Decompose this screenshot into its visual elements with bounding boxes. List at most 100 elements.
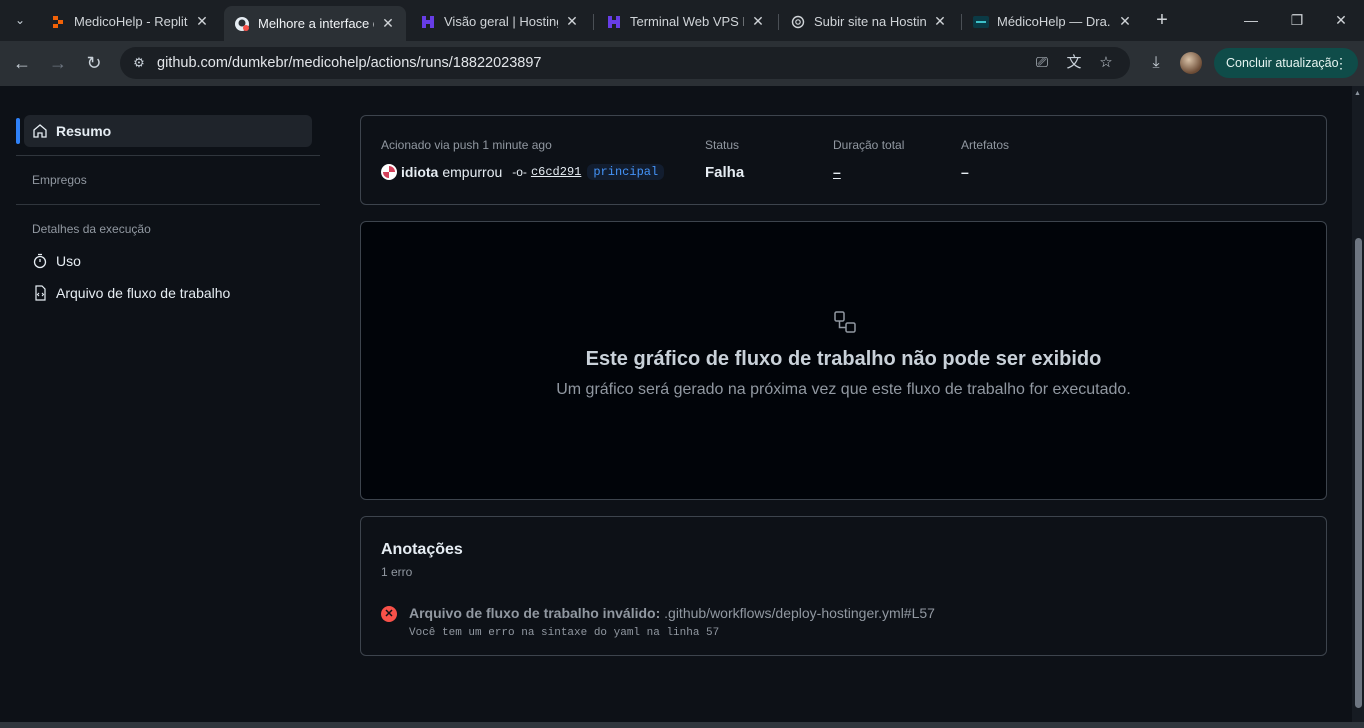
bottom-strip bbox=[0, 722, 1364, 728]
error-title-text: Arquivo de fluxo de trabalho inválido: bbox=[409, 605, 661, 621]
tab-separator bbox=[778, 14, 779, 30]
trigger-label: Acionado via push 1 minute ago bbox=[381, 138, 552, 152]
sidebar-item-summary-wrap: Resumo bbox=[16, 115, 321, 147]
close-icon: ✕ bbox=[1335, 12, 1347, 28]
run-summary-card: Acionado via push 1 minute ago idiota em… bbox=[360, 115, 1327, 205]
git-commit-icon: -o- bbox=[512, 165, 527, 179]
sidebar-item-summary[interactable]: Resumo bbox=[24, 115, 312, 147]
address-bar[interactable]: ⚙ github.com/dumkebr/medicohelp/actions/… bbox=[120, 47, 1130, 79]
bookmark-star-icon[interactable]: ☆ bbox=[1096, 53, 1116, 73]
file-code-icon bbox=[32, 285, 48, 301]
minimize-button[interactable]: — bbox=[1228, 8, 1274, 32]
chevron-down-icon: ⌄ bbox=[14, 13, 26, 27]
plus-icon: + bbox=[1156, 9, 1168, 31]
selected-indicator bbox=[16, 118, 20, 144]
update-button[interactable]: Concluir atualização ⋮ bbox=[1214, 48, 1358, 78]
kebab-menu-icon[interactable]: ⋮ bbox=[1334, 48, 1348, 78]
scroll-up-icon[interactable]: ▲ bbox=[1354, 90, 1361, 97]
back-button[interactable]: ← bbox=[10, 51, 34, 75]
arrow-left-icon: ← bbox=[13, 53, 31, 73]
annotations-count: 1 erro bbox=[381, 565, 413, 579]
update-button-label: Concluir atualização bbox=[1226, 56, 1339, 70]
arrow-right-icon: → bbox=[49, 53, 67, 73]
duration-column: Duração total – bbox=[833, 138, 904, 180]
x-circle-icon: ✕ bbox=[381, 606, 397, 622]
branch-badge[interactable]: principal bbox=[587, 164, 665, 180]
chatgpt-icon bbox=[790, 14, 806, 30]
avatar[interactable] bbox=[381, 164, 397, 180]
browser-tab-hostinger-overview[interactable]: Visão geral | Hosting ✕ bbox=[410, 6, 590, 37]
graph-empty-subtitle: Um gráfico será gerado na próxima vez qu… bbox=[556, 381, 1131, 398]
sidebar: Resumo Empregos Detalhes da execução Uso… bbox=[16, 115, 321, 309]
tab-search-button[interactable]: ⌄ bbox=[8, 7, 32, 33]
page-scrollbar[interactable]: ▲ bbox=[1352, 86, 1364, 722]
close-icon[interactable]: ✕ bbox=[750, 13, 766, 30]
tab-label: Melhore a interface d bbox=[258, 16, 374, 31]
browser-tab-chatgpt[interactable]: Subir site na Hosting ✕ bbox=[780, 6, 958, 37]
sidebar-item-label: Uso bbox=[56, 253, 81, 269]
annotation-error-message: Você tem um erro na sintaxe do yaml na l… bbox=[409, 627, 720, 639]
browser-tab-hostinger-terminal[interactable]: Terminal Web VPS Ho ✕ bbox=[596, 6, 776, 37]
sidebar-item-label: Arquivo de fluxo de trabalho bbox=[56, 285, 231, 301]
github-icon bbox=[234, 16, 250, 32]
error-file-link[interactable]: .github/workflows/deploy-hostinger.yml#L… bbox=[664, 605, 935, 621]
translate-icon[interactable]: 文 bbox=[1064, 53, 1084, 73]
reload-icon: ↻ bbox=[86, 53, 102, 73]
close-icon[interactable]: ✕ bbox=[194, 13, 210, 30]
tab-separator bbox=[593, 14, 594, 30]
tab-label: Terminal Web VPS Ho bbox=[630, 14, 744, 29]
sidebar-heading-jobs: Empregos bbox=[32, 173, 87, 187]
minimize-icon: — bbox=[1244, 12, 1258, 28]
close-icon[interactable]: ✕ bbox=[932, 13, 948, 30]
close-window-button[interactable]: ✕ bbox=[1318, 8, 1364, 32]
site-settings-icon[interactable]: ⚙ bbox=[130, 54, 148, 72]
page-content: Resumo Empregos Detalhes da execução Uso… bbox=[0, 86, 1352, 728]
duration-value[interactable]: – bbox=[833, 164, 904, 180]
tab-label: MedicoHelp - Replit bbox=[74, 14, 188, 29]
artifacts-label: Artefatos bbox=[961, 138, 1010, 152]
tab-label: Subir site na Hosting bbox=[814, 14, 926, 29]
commit-sha-link[interactable]: c6cd291 bbox=[531, 165, 581, 179]
trigger-column: Acionado via push 1 minute ago idiota em… bbox=[381, 138, 665, 180]
annotations-title: Anotações bbox=[381, 541, 463, 558]
status-value: Falha bbox=[705, 164, 745, 181]
actor-name[interactable]: idiota bbox=[401, 164, 438, 180]
close-icon[interactable]: ✕ bbox=[1117, 13, 1133, 30]
hostinger-icon bbox=[420, 14, 436, 30]
install-app-icon[interactable]: ⎚ bbox=[1032, 53, 1052, 73]
avatar[interactable] bbox=[1180, 52, 1202, 74]
sidebar-item-workflow-file[interactable]: Arquivo de fluxo de trabalho bbox=[16, 277, 321, 309]
status-column: Status Falha bbox=[705, 138, 744, 181]
sidebar-item-usage[interactable]: Uso bbox=[16, 245, 321, 277]
scrollbar-thumb[interactable] bbox=[1355, 238, 1362, 708]
tab-label: MédicoHelp — Dra. C bbox=[997, 14, 1111, 29]
browser-tab-github[interactable]: Melhore a interface d ✕ bbox=[224, 6, 406, 41]
reload-button[interactable]: ↻ bbox=[82, 51, 106, 75]
duration-label: Duração total bbox=[833, 138, 905, 152]
browser-tab-replit[interactable]: MedicoHelp - Replit ✕ bbox=[40, 6, 220, 37]
url-text[interactable]: github.com/dumkebr/medicohelp/actions/ru… bbox=[157, 55, 542, 71]
medicohelp-icon bbox=[973, 14, 989, 30]
browser-tab-bar: ⌄ MedicoHelp - Replit ✕ Melhore a interf… bbox=[0, 0, 1364, 41]
forward-button[interactable]: → bbox=[46, 51, 70, 75]
sidebar-item-label: Resumo bbox=[56, 123, 112, 139]
status-label: Status bbox=[705, 138, 740, 152]
hostinger-icon bbox=[606, 14, 622, 30]
trigger-details: idiota empurrou -o- c6cd291 principal bbox=[381, 164, 665, 180]
close-icon[interactable]: ✕ bbox=[564, 13, 580, 30]
replit-icon bbox=[50, 14, 66, 30]
graph-empty-title: Este gráfico de fluxo de trabalho não po… bbox=[585, 348, 1102, 370]
annotations-card: Anotações 1 erro ✕ Arquivo de fluxo de t… bbox=[360, 516, 1327, 656]
download-icon[interactable]: ⤓ bbox=[1144, 51, 1168, 75]
pushed-text: empurrou bbox=[442, 164, 503, 180]
workflow-graph-card: Este gráfico de fluxo de trabalho não po… bbox=[360, 221, 1327, 500]
restore-icon: ❐ bbox=[1290, 12, 1304, 28]
tab-label: Visão geral | Hosting bbox=[444, 14, 558, 29]
new-tab-button[interactable]: + bbox=[1150, 8, 1174, 32]
restore-button[interactable]: ❐ bbox=[1274, 8, 1320, 32]
annotation-error-title: Arquivo de fluxo de trabalho inválido: .… bbox=[409, 605, 935, 621]
tab-separator bbox=[961, 14, 962, 30]
close-icon[interactable]: ✕ bbox=[380, 15, 396, 32]
browser-tab-medicohelp[interactable]: MédicoHelp — Dra. C ✕ bbox=[963, 6, 1143, 37]
home-icon bbox=[32, 123, 48, 139]
